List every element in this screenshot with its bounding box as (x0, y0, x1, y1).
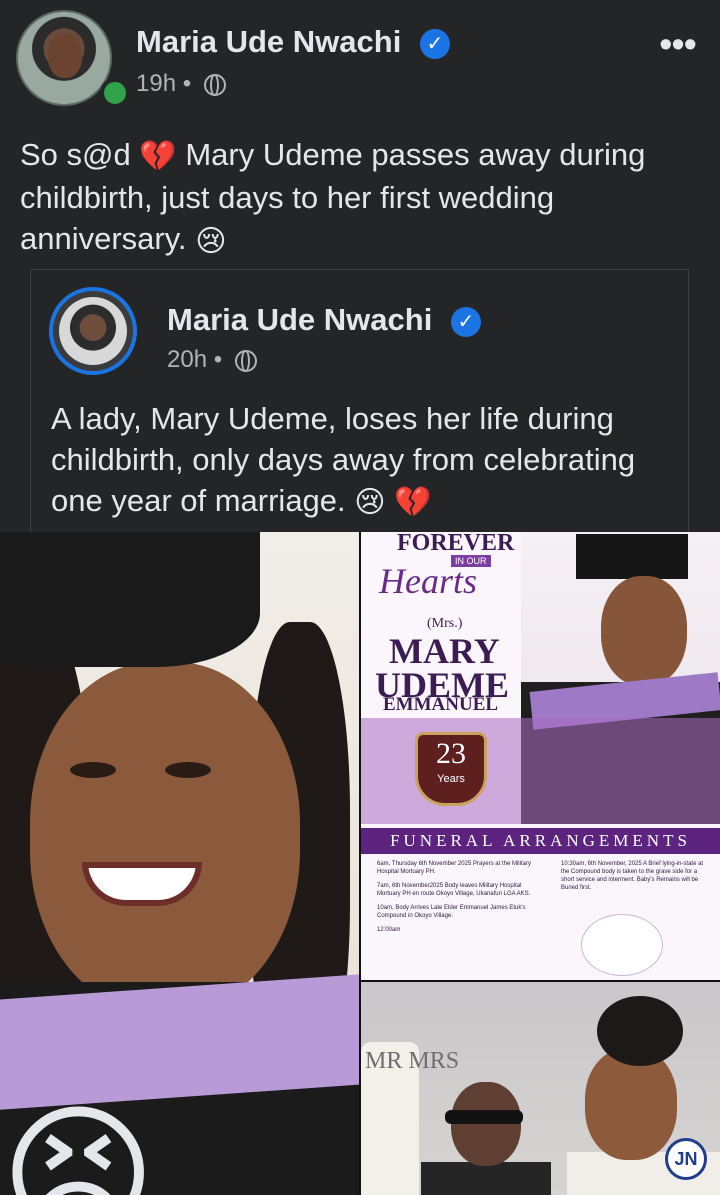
shared-author-avatar[interactable] (49, 287, 137, 375)
wedding-photo[interactable]: MR MRS JN (361, 982, 720, 1195)
shared-avatar-photo (59, 297, 127, 365)
cake-text: MR MRS (365, 1048, 460, 1074)
arrangement-item: 10:30am, 6th November, 2025 A Brief lyin… (561, 861, 704, 891)
online-status-icon (100, 78, 130, 108)
post-meta: 19h • (136, 70, 226, 98)
groom-suit (421, 1162, 551, 1195)
arrangements-left: 6am, Thursday 6th November 2025 Prayers … (377, 860, 541, 940)
shared-author-name[interactable]: Maria Ude Nwachi ✓ (167, 302, 481, 338)
verified-badge-icon: ✓ (450, 306, 481, 337)
more-options-button[interactable]: ••• (659, 24, 697, 67)
post-time[interactable]: 19h (136, 70, 176, 97)
left-eye (70, 762, 116, 778)
silhouette-image (581, 914, 663, 976)
shared-post-card[interactable]: Maria Ude Nwachi ✓ 20h • A lady, Mary Ud… (30, 269, 689, 544)
age-badge: 23 Years (415, 732, 487, 806)
author-name-text[interactable]: Maria Ude Nwachi (136, 24, 401, 59)
bride-hair (597, 996, 683, 1066)
arrangement-item: 12:00am (377, 927, 401, 933)
arrangement-item: 10am, Body Arrives Late Elder Emmanuel J… (377, 905, 526, 919)
broken-heart-icon: 💔 (394, 486, 432, 520)
globe-icon (203, 73, 226, 96)
author-name[interactable]: Maria Ude Nwachi ✓ (136, 24, 450, 60)
shared-post-time[interactable]: 20h (167, 346, 207, 373)
shared-post-body: A lady, Mary Udeme, loses her life durin… (51, 401, 636, 518)
verified-badge-icon: ✓ (419, 28, 450, 59)
broken-heart-icon: 💔 (139, 140, 177, 174)
sad-face-icon: 😣 (0, 1091, 157, 1195)
shared-author-name-text[interactable]: Maria Ude Nwachi (167, 302, 432, 337)
shared-post-meta: 20h • (167, 346, 257, 374)
arrangements-right: 10:30am, 6th November, 2025 A Brief lyin… (561, 860, 707, 898)
flyer-name-line3: EMMANUEL (383, 694, 499, 715)
arrangement-item: 7am, 6th November2025 Body leaves Milita… (377, 883, 531, 897)
right-eye (165, 762, 211, 778)
photo-grid: 😣 FOREVER IN OUR Hearts (Mrs.) MARY UDEM… (0, 532, 720, 1195)
more-icon: ••• (659, 24, 697, 66)
flyer-hearts: Hearts (379, 561, 477, 601)
meta-separator: • (182, 70, 192, 97)
avatar-face (48, 34, 82, 78)
sunglasses (445, 1110, 523, 1124)
arrangement-item: 6am, Thursday 6th November 2025 Prayers … (377, 861, 531, 875)
shared-post-text: A lady, Mary Udeme, loses her life durin… (51, 398, 681, 523)
globe-icon (234, 349, 257, 372)
post-header: Maria Ude Nwachi ✓ 19h • ••• (0, 0, 720, 120)
graduation-cap (0, 532, 260, 667)
post-text: So s@d 💔 Mary Udeme passes away during c… (20, 134, 710, 262)
post-text-part1: So s@d (20, 137, 131, 172)
author-avatar[interactable] (16, 10, 112, 106)
arrangements-title: FUNERAL ARRANGEMENTS (361, 828, 720, 854)
flyer-face (601, 576, 687, 686)
jn-watermark: JN (665, 1138, 707, 1180)
flyer-cap (576, 534, 688, 579)
crying-face-icon: 😢 (195, 224, 227, 258)
crying-face-icon: 😢 (354, 486, 386, 520)
funeral-flyer[interactable]: FOREVER IN OUR Hearts (Mrs.) MARY UDEME … (361, 532, 720, 980)
groom-head (451, 1082, 521, 1166)
face (30, 662, 300, 1012)
age-label: Years (437, 773, 465, 785)
shared-meta-separator: • (213, 346, 223, 373)
flyer-title: FOREVER (397, 532, 515, 556)
age-number: 23 (436, 737, 466, 770)
graduation-photo[interactable]: 😣 (0, 532, 359, 1195)
